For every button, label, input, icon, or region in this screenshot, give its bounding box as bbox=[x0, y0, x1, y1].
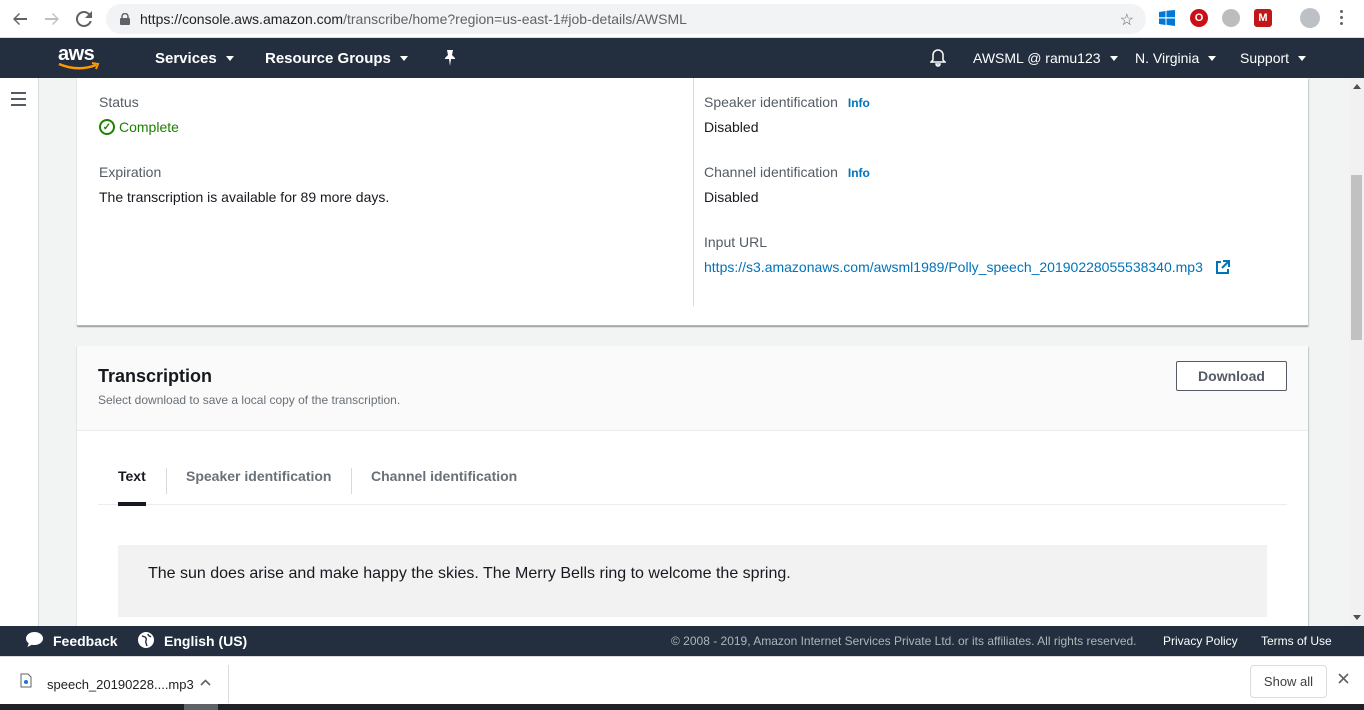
transcription-description: Select download to save a local copy of … bbox=[98, 393, 401, 407]
tab-separator bbox=[166, 468, 167, 494]
aws-smile-icon bbox=[58, 62, 100, 70]
pin-icon[interactable] bbox=[443, 38, 457, 78]
privacy-policy-link[interactable]: Privacy Policy bbox=[1163, 626, 1238, 656]
input-url-label: Input URL bbox=[704, 234, 768, 250]
gray-extension-icon[interactable] bbox=[1222, 9, 1240, 27]
transcription-text: The sun does arise and make happy the sk… bbox=[118, 545, 1267, 617]
language-selector[interactable]: English (US) bbox=[138, 626, 247, 656]
browser-menu-icon[interactable] bbox=[1340, 10, 1344, 25]
account-menu[interactable]: AWSML @ ramu123 bbox=[973, 38, 1118, 78]
transcription-panel: Transcription Select download to save a … bbox=[77, 346, 1308, 646]
hamburger-menu-icon[interactable] bbox=[11, 92, 26, 110]
audio-file-icon bbox=[20, 673, 32, 691]
download-button[interactable]: Download bbox=[1176, 361, 1287, 391]
external-link-icon[interactable] bbox=[1215, 260, 1230, 278]
download-shelf: speech_20190228....mp3 Show all bbox=[0, 656, 1364, 710]
transcription-title: Transcription bbox=[98, 366, 213, 386]
bookmark-star-icon[interactable]: ☆ bbox=[1120, 10, 1134, 30]
reload-icon[interactable] bbox=[68, 3, 100, 35]
transcription-tabs: Text Speaker identification Channel iden… bbox=[98, 454, 1287, 506]
chevron-down-icon bbox=[225, 55, 234, 61]
chevron-down-icon bbox=[1109, 55, 1118, 61]
page-scrollbar[interactable] bbox=[1349, 78, 1364, 626]
terms-of-use-link[interactable]: Terms of Use bbox=[1261, 626, 1332, 656]
input-url-row: https://s3.amazonaws.com/awsml1989/Polly… bbox=[704, 259, 1230, 278]
side-nav-rail bbox=[0, 78, 39, 626]
speaker-identification-label: Speaker identification Info bbox=[704, 94, 870, 110]
expiration-label: Expiration bbox=[99, 164, 162, 180]
speaker-identification-value: Disabled bbox=[704, 119, 759, 135]
feedback-link[interactable]: Feedback bbox=[26, 626, 118, 656]
check-circle-icon: ✓ bbox=[99, 119, 115, 135]
support-menu[interactable]: Support bbox=[1240, 38, 1307, 78]
speaker-info-link[interactable]: Info bbox=[848, 96, 870, 110]
shelf-divider bbox=[228, 665, 229, 703]
notifications-bell-icon[interactable] bbox=[930, 38, 946, 78]
job-details-panel: Status ✓ Complete Expiration The transcr… bbox=[77, 78, 1308, 326]
tab-speaker-identification[interactable]: Speaker identification bbox=[186, 454, 331, 505]
expiration-value: The transcription is available for 89 mo… bbox=[99, 189, 390, 205]
chevron-down-icon bbox=[1208, 55, 1217, 61]
forward-icon[interactable] bbox=[36, 3, 68, 35]
url-text: https://console.aws.amazon.com/transcrib… bbox=[140, 11, 687, 27]
show-all-button[interactable]: Show all bbox=[1250, 665, 1327, 698]
scroll-down-icon[interactable] bbox=[1353, 615, 1361, 620]
mcafee-extension-icon[interactable]: M bbox=[1254, 9, 1272, 27]
close-icon[interactable] bbox=[1338, 671, 1349, 689]
scroll-up-icon[interactable] bbox=[1353, 84, 1361, 89]
tab-channel-identification[interactable]: Channel identification bbox=[371, 454, 517, 505]
download-file-name[interactable]: speech_20190228....mp3 bbox=[47, 677, 194, 692]
column-divider bbox=[693, 78, 694, 306]
channel-info-link[interactable]: Info bbox=[848, 166, 870, 180]
taskbar-indicator bbox=[184, 704, 218, 710]
channel-identification-label: Channel identification Info bbox=[704, 164, 870, 180]
chevron-up-icon[interactable] bbox=[200, 675, 211, 689]
aws-logo[interactable]: aws bbox=[58, 44, 102, 74]
tab-separator bbox=[351, 468, 352, 494]
input-url-link[interactable]: https://s3.amazonaws.com/awsml1989/Polly… bbox=[704, 259, 1203, 275]
profile-avatar-icon[interactable] bbox=[1300, 8, 1320, 28]
copyright-text: © 2008 - 2019, Amazon Internet Services … bbox=[671, 634, 1137, 648]
channel-identification-value: Disabled bbox=[704, 189, 759, 205]
feedback-bubble-icon bbox=[26, 632, 43, 650]
back-icon[interactable] bbox=[4, 3, 36, 35]
windows-extension-icon[interactable] bbox=[1158, 9, 1176, 27]
globe-icon bbox=[138, 631, 154, 651]
scroll-thumb[interactable] bbox=[1351, 175, 1362, 340]
transcription-header: Transcription Select download to save a … bbox=[77, 346, 1308, 431]
opera-extension-icon[interactable]: O bbox=[1190, 9, 1208, 27]
status-value: ✓ Complete bbox=[99, 119, 179, 135]
chevron-down-icon bbox=[399, 55, 408, 61]
lock-icon bbox=[118, 12, 132, 26]
address-bar[interactable]: https://console.aws.amazon.com/transcrib… bbox=[106, 4, 1146, 34]
tab-text[interactable]: Text bbox=[118, 454, 146, 506]
status-label: Status bbox=[99, 94, 139, 110]
resource-groups-menu[interactable]: Resource Groups bbox=[265, 38, 408, 78]
chevron-down-icon bbox=[1298, 55, 1307, 61]
browser-toolbar: https://console.aws.amazon.com/transcrib… bbox=[0, 0, 1364, 38]
services-menu[interactable]: Services bbox=[155, 38, 234, 78]
region-menu[interactable]: N. Virginia bbox=[1135, 38, 1217, 78]
